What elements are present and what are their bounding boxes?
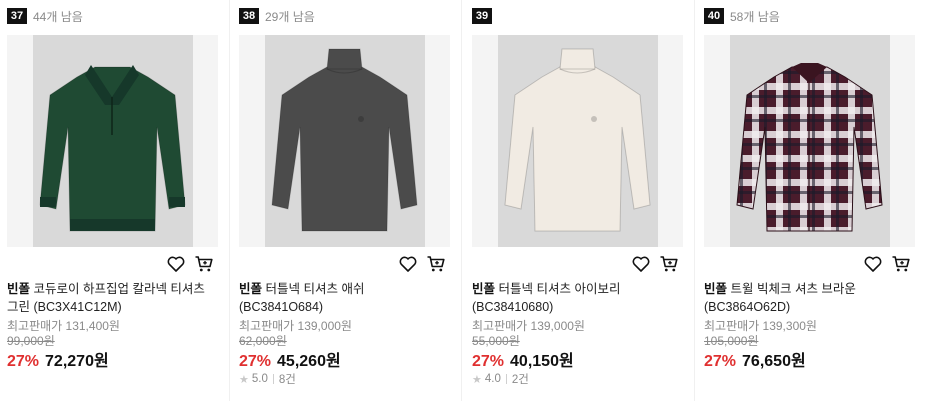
rating-score: 4.0 xyxy=(484,373,501,385)
stock-remaining: 44개 남음 xyxy=(33,9,83,24)
product-image[interactable] xyxy=(472,35,683,247)
garment-illustration xyxy=(39,65,186,232)
product-image[interactable] xyxy=(7,35,218,247)
product-card[interactable]: 39 빈폴 터틀넥 티셔츠 아이보리 (BC38410680) 최고판매가 13… xyxy=(472,0,690,401)
rank-row: 39 xyxy=(472,8,492,24)
sale-price: 40,150원 xyxy=(510,353,574,370)
product-title[interactable]: 빈폴 코듀로이 하프집업 칼라넥 티셔츠 그린 (BC3X41C12M) xyxy=(7,280,215,316)
rank-badge: 37 xyxy=(7,8,27,24)
rank-badge: 39 xyxy=(472,8,492,24)
brand-name: 빈폴 xyxy=(7,282,31,296)
brand-name: 빈폴 xyxy=(472,282,496,296)
card-actions xyxy=(863,254,919,274)
product-image[interactable] xyxy=(704,35,915,247)
stock-remaining: 58개 남음 xyxy=(730,9,780,24)
product-name: 트윌 빅체크 셔츠 브라운 (BC3864O62D) xyxy=(704,282,856,314)
cart-icon[interactable] xyxy=(194,254,214,274)
product-title[interactable]: 빈폴 터틀넥 티셔츠 아이보리 (BC38410680) xyxy=(472,280,680,316)
sale-price-row: 27% 40,150원 xyxy=(472,347,574,371)
sale-price-row: 27% 45,260원 xyxy=(239,347,341,371)
product-card[interactable]: 37 44개 남음 빈폴 코듀로이 하프집업 칼라넥 티셔츠 그린 (BC3X4… xyxy=(7,0,225,401)
column-divider xyxy=(461,0,462,401)
sale-price: 76,650원 xyxy=(742,353,806,370)
heart-icon[interactable] xyxy=(166,254,186,274)
rank-row: 37 44개 남음 xyxy=(7,8,83,24)
brand-name: 빈폴 xyxy=(239,282,263,296)
product-title[interactable]: 빈폴 터틀넥 티셔츠 애쉬 (BC3841O684) xyxy=(239,280,447,316)
heart-icon[interactable] xyxy=(398,254,418,274)
product-card[interactable]: 38 29개 남음 빈폴 터틀넥 티셔츠 애쉬 (BC3841O684) 최고판… xyxy=(239,0,457,401)
product-grid: 37 44개 남음 빈폴 코듀로이 하프집업 칼라넥 티셔츠 그린 (BC3X4… xyxy=(0,0,928,401)
rank-row: 38 29개 남음 xyxy=(239,8,315,24)
review-count: 8건 xyxy=(278,374,296,386)
card-actions xyxy=(631,254,687,274)
rating-row: ★ 5.0 8건 xyxy=(239,371,296,387)
rank-row: 40 58개 남음 xyxy=(704,8,780,24)
cart-icon[interactable] xyxy=(426,254,446,274)
stock-remaining: 29개 남음 xyxy=(265,9,315,24)
card-actions xyxy=(398,254,454,274)
garment-illustration xyxy=(271,48,418,232)
star-icon: ★ xyxy=(239,373,249,386)
rating-score: 5.0 xyxy=(251,373,268,385)
star-icon: ★ xyxy=(472,373,482,386)
cart-icon[interactable] xyxy=(891,254,911,274)
column-divider xyxy=(229,0,230,401)
sale-price: 72,270원 xyxy=(45,353,109,370)
discount-rate: 27% xyxy=(704,353,737,370)
product-title[interactable]: 빈폴 트윌 빅체크 셔츠 브라운 (BC3864O62D) xyxy=(704,280,912,316)
review-count: 2건 xyxy=(511,374,529,386)
discount-rate: 27% xyxy=(239,353,272,370)
heart-icon[interactable] xyxy=(631,254,651,274)
rank-badge: 40 xyxy=(704,8,724,24)
garment-illustration xyxy=(736,63,883,232)
garment-illustration xyxy=(504,48,651,232)
product-card[interactable]: 40 58개 남음 빈폴 트윌 빅체크 셔츠 브라운 (BC3864O62D) … xyxy=(704,0,922,401)
sale-price-row: 27% 72,270원 xyxy=(7,347,109,371)
card-actions xyxy=(166,254,222,274)
rating-divider xyxy=(505,374,507,384)
sale-price-row: 27% 76,650원 xyxy=(704,347,806,371)
rank-badge: 38 xyxy=(239,8,259,24)
sale-price: 45,260원 xyxy=(277,353,341,370)
brand-name: 빈폴 xyxy=(704,282,728,296)
discount-rate: 27% xyxy=(472,353,505,370)
discount-rate: 27% xyxy=(7,353,40,370)
product-name: 코듀로이 하프집업 칼라넥 티셔츠 그린 (BC3X41C12M) xyxy=(7,282,205,314)
cart-icon[interactable] xyxy=(659,254,679,274)
product-name: 터틀넥 티셔츠 아이보리 (BC38410680) xyxy=(472,282,621,314)
rating-row: ★ 4.0 2건 xyxy=(472,371,529,387)
rating-divider xyxy=(272,374,274,384)
column-divider xyxy=(694,0,695,401)
heart-icon[interactable] xyxy=(863,254,883,274)
product-image[interactable] xyxy=(239,35,450,247)
